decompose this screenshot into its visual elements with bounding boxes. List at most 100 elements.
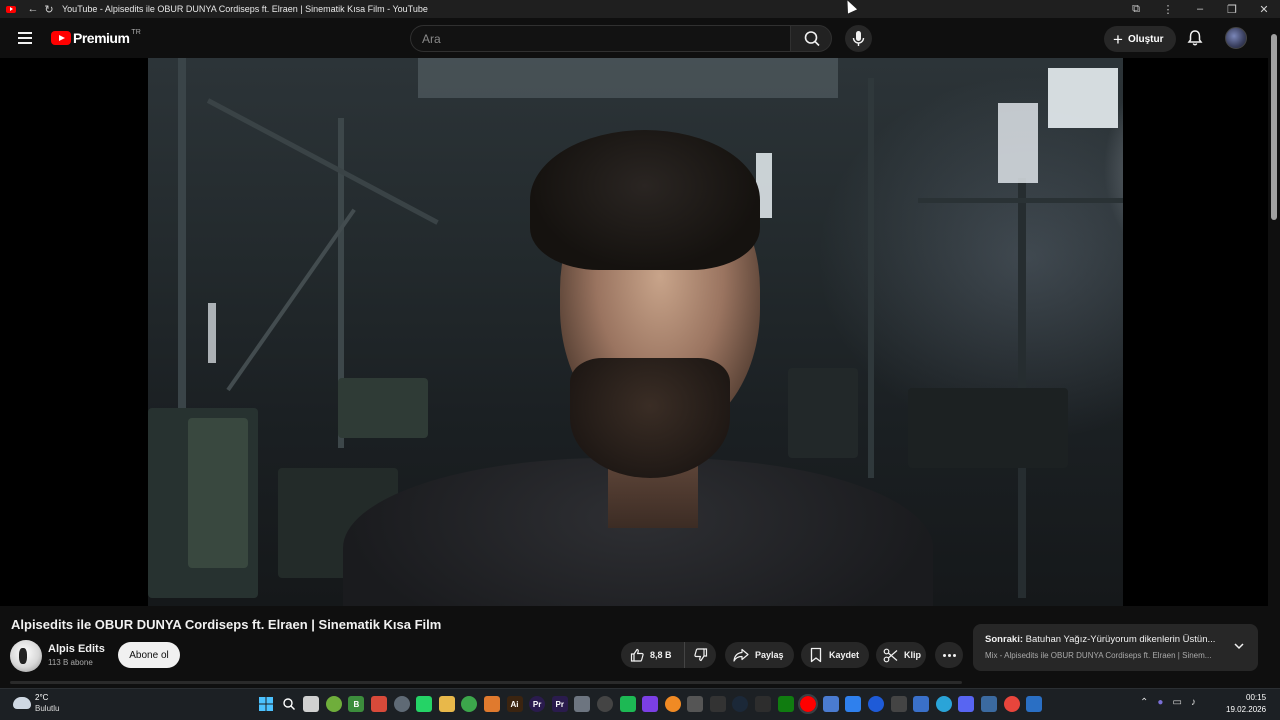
like-button[interactable]: 8,8 B bbox=[621, 642, 685, 668]
up-next-card[interactable]: Sonraki: Batuhan Yağız-Yürüyorum dikenle… bbox=[973, 624, 1258, 671]
weather-description[interactable]: Bulutlu bbox=[35, 704, 59, 713]
share-icon bbox=[733, 648, 749, 662]
search-box bbox=[410, 25, 790, 52]
cloud-icon[interactable] bbox=[13, 697, 31, 709]
app-multi-icon[interactable] bbox=[822, 696, 839, 712]
app-green-icon[interactable] bbox=[325, 696, 342, 712]
up-next-subtitle: Mix - Alpisedits ile OBUR DUNYA Cordisep… bbox=[985, 651, 1212, 660]
scrollbar-thumb[interactable] bbox=[1271, 34, 1277, 220]
close-window-button[interactable]: ✕ bbox=[1248, 3, 1280, 16]
browser-title-bar: ← ↻ YouTube - Alpisedits ile OBUR DUNYA … bbox=[0, 0, 1280, 18]
youtube-icon[interactable] bbox=[798, 694, 819, 714]
restore-button[interactable]: ❐ bbox=[1216, 3, 1248, 16]
video-frame[interactable] bbox=[148, 58, 1123, 606]
up-next-prefix: Sonraki: bbox=[985, 634, 1024, 645]
subscriber-count: 113 B abone bbox=[48, 658, 93, 667]
app-red-icon[interactable] bbox=[370, 696, 387, 712]
page-scrollbar[interactable] bbox=[1268, 18, 1280, 688]
share-label: Paylaş bbox=[755, 650, 784, 660]
weather-temperature[interactable]: 2°C bbox=[35, 693, 48, 702]
search-icon[interactable] bbox=[281, 696, 297, 712]
more-actions-button[interactable] bbox=[935, 642, 963, 668]
app-orange2-icon[interactable] bbox=[664, 696, 681, 712]
app-dark-icon[interactable] bbox=[755, 696, 772, 712]
tray-chevron-up-icon[interactable]: ⌃ bbox=[1140, 697, 1148, 708]
app-grid-icon[interactable] bbox=[687, 696, 704, 712]
app-cyan-icon[interactable] bbox=[935, 696, 952, 712]
search-input[interactable] bbox=[411, 26, 790, 51]
save-button[interactable]: Kaydet bbox=[801, 642, 869, 668]
minimize-button[interactable]: – bbox=[1184, 3, 1216, 15]
app-check-icon[interactable] bbox=[1026, 696, 1043, 712]
app-green2-icon[interactable] bbox=[461, 696, 478, 712]
logo-country-code: TR bbox=[131, 28, 141, 36]
premiere-icon[interactable]: Pr bbox=[529, 696, 546, 712]
windows-taskbar: 2°C Bulutlu B Ai Pr Pr ⌃ ● ▭ ♪ 00:15 19.02.… bbox=[0, 688, 1280, 720]
subscribe-button[interactable]: Abone ol bbox=[118, 642, 180, 668]
browser-menu-icon[interactable]: ⋮ bbox=[1152, 3, 1184, 16]
extensions-icon[interactable]: ⧉ bbox=[1120, 3, 1152, 16]
save-label: Kaydet bbox=[829, 650, 860, 660]
youtube-favicon-icon bbox=[6, 5, 16, 13]
whatsapp-icon[interactable] bbox=[416, 696, 433, 712]
search-icon bbox=[804, 31, 820, 47]
clock-date[interactable]: 19.02.2026 bbox=[1226, 705, 1266, 714]
youtube-premium-logo[interactable]: Premium TR bbox=[51, 28, 141, 46]
voice-search-button[interactable] bbox=[845, 25, 872, 52]
app-tool-icon[interactable] bbox=[393, 696, 410, 712]
video-player[interactable] bbox=[0, 58, 1268, 606]
like-dislike-group: 8,8 B bbox=[621, 642, 716, 668]
spotify-icon[interactable] bbox=[619, 696, 636, 712]
bookmark-icon bbox=[810, 647, 822, 663]
volume-icon[interactable]: ♪ bbox=[1191, 697, 1196, 708]
tray-mic-icon[interactable]: ● bbox=[1157, 697, 1163, 708]
account-avatar[interactable] bbox=[1225, 27, 1247, 49]
obs-icon[interactable] bbox=[709, 696, 726, 712]
display-icon[interactable]: ▭ bbox=[1172, 697, 1181, 708]
chrome-icon[interactable] bbox=[1003, 696, 1020, 712]
plus-icon: + bbox=[1113, 29, 1123, 49]
app-blue2-icon[interactable] bbox=[868, 696, 885, 712]
dislike-button[interactable] bbox=[685, 642, 716, 668]
like-count: 8,8 B bbox=[650, 650, 672, 660]
scissors-icon bbox=[883, 648, 898, 662]
xbox-icon[interactable] bbox=[777, 696, 794, 712]
search-button[interactable] bbox=[790, 25, 832, 52]
clip-button[interactable]: Klip bbox=[876, 642, 926, 668]
reload-icon[interactable]: ↻ bbox=[42, 3, 56, 16]
folder-icon[interactable] bbox=[438, 696, 455, 712]
thumbs-up-icon bbox=[630, 648, 644, 662]
steam-icon[interactable] bbox=[732, 696, 749, 712]
illustrator-icon[interactable]: Ai bbox=[506, 696, 523, 712]
channel-avatar[interactable] bbox=[10, 640, 42, 672]
premiere2-icon[interactable]: Pr bbox=[551, 696, 568, 712]
app-gray-icon[interactable] bbox=[574, 696, 591, 712]
microphone-icon bbox=[852, 31, 865, 46]
taskbar-apps: B Ai Pr Pr bbox=[258, 694, 1043, 714]
file-explorer-icon[interactable] bbox=[303, 696, 320, 712]
app-orange-icon[interactable] bbox=[483, 696, 500, 712]
notifications-bell-icon[interactable] bbox=[1186, 29, 1204, 47]
share-button[interactable]: Paylaş bbox=[725, 642, 794, 668]
up-next-title-line: Sonraki: Batuhan Yağız-Yürüyorum dikenle… bbox=[985, 634, 1225, 645]
clock-time[interactable]: 00:15 bbox=[1246, 693, 1266, 702]
discord-icon[interactable] bbox=[958, 696, 975, 712]
more-dots-icon bbox=[942, 653, 946, 657]
windows-start-icon[interactable] bbox=[258, 696, 274, 712]
back-arrow-icon[interactable]: ← bbox=[26, 3, 40, 15]
create-button[interactable]: + Oluştur bbox=[1104, 26, 1176, 52]
channel-name[interactable]: Alpis Edits bbox=[48, 643, 105, 655]
tab-title: YouTube - Alpisedits ile OBUR DUNYA Cord… bbox=[62, 4, 428, 14]
app-blue-icon[interactable] bbox=[845, 696, 862, 712]
app-circle-icon[interactable] bbox=[596, 696, 613, 712]
app-box-icon[interactable] bbox=[890, 696, 907, 712]
app-gear-icon[interactable] bbox=[981, 696, 997, 712]
menu-icon[interactable] bbox=[18, 32, 32, 44]
chevron-down-icon[interactable] bbox=[1233, 640, 1245, 652]
system-tray: ⌃ ● ▭ ♪ bbox=[1140, 697, 1196, 708]
app-purple-icon[interactable] bbox=[642, 696, 659, 712]
up-next-title: Batuhan Yağız-Yürüyorum dikenlerin Üstün… bbox=[1025, 634, 1216, 645]
video-title: Alpisedits ile OBUR DUNYA Cordiseps ft. … bbox=[11, 617, 442, 632]
app-b-icon[interactable]: B bbox=[348, 696, 365, 712]
app-blue3-icon[interactable] bbox=[913, 696, 930, 712]
